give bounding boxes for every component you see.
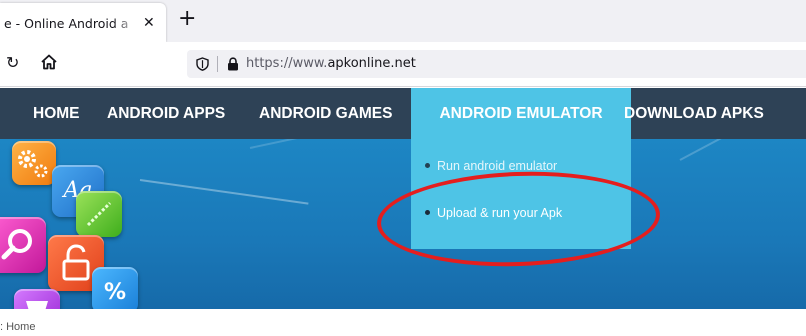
tab-title: e - Online Android a — [4, 16, 129, 31]
address-bar[interactable]: https://www.apkonline.net — [187, 50, 806, 78]
tab-strip: e - Online Android a ✕ + — [0, 0, 806, 42]
url-separator — [217, 56, 218, 72]
url-domain: apkonline.net — [327, 56, 416, 71]
site-menu: HOME ANDROID APPS ANDROID GAMES ANDROID … — [0, 88, 806, 139]
new-tab-icon[interactable]: + — [178, 8, 196, 30]
tools-app-tile — [76, 191, 122, 237]
nav-home[interactable]: HOME — [33, 88, 80, 139]
nav-download-apks[interactable]: DOWNLOAD APKS — [624, 88, 764, 139]
hero-light-streak — [249, 139, 368, 149]
home-icon[interactable] — [40, 53, 58, 71]
hero-light-streak — [679, 139, 778, 161]
browser-toolbar: ↻ https://www.apkonline.net — [0, 42, 806, 87]
settings-app-tile — [12, 141, 56, 185]
url-prefix: https://www. — [246, 56, 328, 71]
nav-android-apps[interactable]: ANDROID APPS — [107, 88, 225, 139]
cart-icon — [26, 301, 48, 309]
close-icon[interactable]: ✕ — [143, 16, 155, 30]
reload-icon[interactable]: ↻ — [6, 54, 19, 72]
browser-tab[interactable]: e - Online Android a ✕ — [0, 3, 166, 42]
nav-android-emulator[interactable]: ANDROID EMULATOR — [411, 88, 631, 139]
magnifier-icon — [1, 229, 32, 260]
percent-label: % — [103, 280, 127, 305]
gear-icon — [18, 150, 48, 178]
calculator-app-tile: % — [92, 267, 138, 309]
bullet-icon — [425, 163, 430, 169]
wand-icon — [86, 201, 112, 227]
nav-android-games[interactable]: ANDROID GAMES — [259, 88, 392, 139]
shield-icon[interactable] — [196, 57, 209, 71]
hero-light-streak — [139, 179, 309, 205]
search-app-tile — [0, 217, 46, 273]
breadcrumb: : Home — [0, 321, 36, 333]
lock-icon[interactable] — [227, 57, 239, 71]
url-text: https://www.apkonline.net — [246, 56, 416, 71]
shop-app-tile — [14, 289, 60, 309]
